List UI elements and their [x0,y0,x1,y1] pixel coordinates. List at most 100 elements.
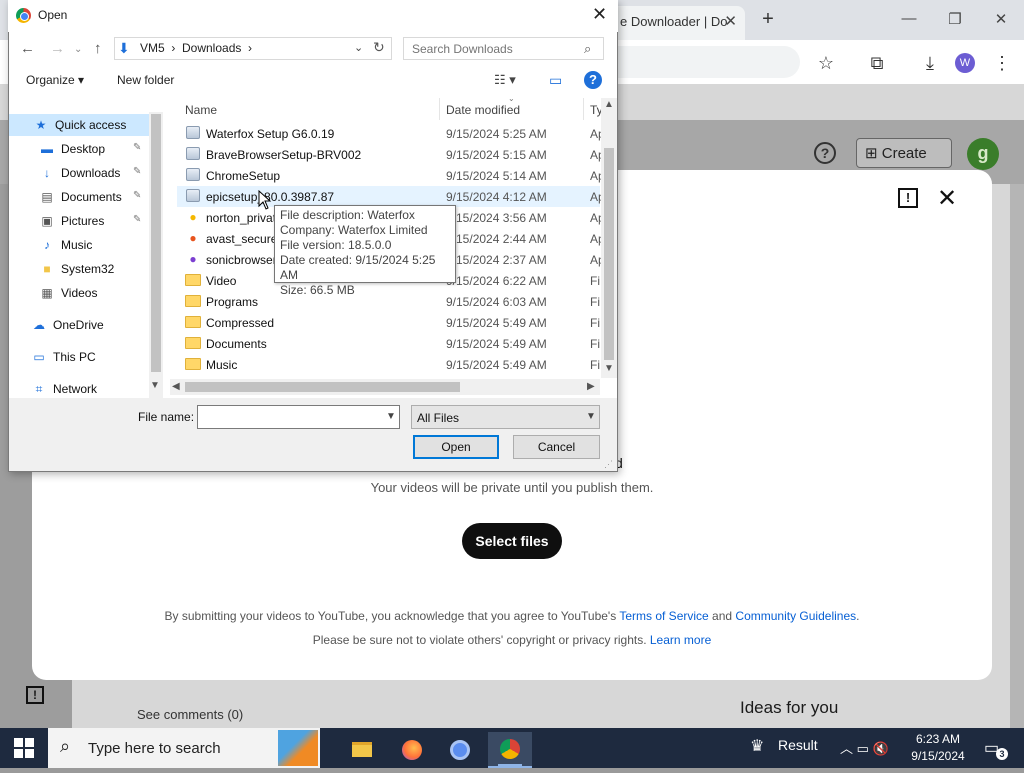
tab-close-icon[interactable]: ✕ [724,12,737,30]
file-explorer-icon[interactable] [340,732,384,768]
search-icon[interactable]: ⌕ [584,41,591,57]
scrollbar-thumb[interactable] [604,148,614,360]
file-row[interactable]: Music 9/15/2024 5:49 AM Fi [177,354,600,375]
nav-pictures[interactable]: ▣ Pictures ✎ [9,210,159,232]
installer-icon [185,168,201,183]
report-icon[interactable]: ! [898,188,918,208]
terms-link[interactable]: Terms of Service [619,609,708,623]
dialog-close-icon[interactable]: ✕ [592,4,607,25]
address-bar[interactable] [610,46,800,78]
user-avatar[interactable]: g [967,138,999,170]
file-tooltip: File description: Waterfox Company: Wate… [274,205,456,297]
breadcrumb[interactable]: VM5 › Downloads › [140,41,252,55]
downloads-folder-icon: ⬇ [118,40,130,56]
file-name-field[interactable] [197,405,400,429]
file-row[interactable]: Compressed 9/15/2024 5:49 AM Fi [177,312,600,333]
feedback-icon[interactable]: ! [26,686,44,704]
help-icon[interactable]: ? [814,142,836,164]
file-row[interactable]: epicsetup_80.0.3987.87 9/15/2024 4:12 AM A… [177,186,605,207]
new-folder-button[interactable]: New folder [117,73,174,87]
nav-quick-access[interactable]: ★ Quick access [9,114,159,136]
taskbar-clock[interactable]: 6:23 AM 9/15/2024 [906,731,970,765]
column-name[interactable]: Name [185,103,217,117]
chevron-right-icon[interactable]: ▶ [587,381,595,392]
tray-result-label[interactable]: Result [778,737,818,753]
restore-icon[interactable]: ❐ [940,10,970,28]
file-row[interactable]: Documents 9/15/2024 5:49 AM Fi [177,333,600,354]
preview-pane-icon[interactable]: ▭ [549,72,562,89]
see-comments-link[interactable]: See comments (0) [137,707,243,722]
profile-avatar[interactable]: W [955,53,975,73]
chromium-icon[interactable] [438,732,482,768]
legal-text: . [856,609,860,623]
menu-icon[interactable]: ⋮ [991,52,1013,74]
chevron-down-icon[interactable]: ▼ [586,411,596,422]
nav-videos[interactable]: ▦ Videos [9,282,159,304]
chevron-down-icon[interactable]: ▼ [150,380,160,391]
file-date: 9/15/2024 6:22 AM [446,274,547,288]
view-options-icon[interactable]: ☷ ▾ [494,72,516,88]
download-icon[interactable]: ⤓ [919,52,941,74]
window-close-icon[interactable]: ✕ [986,10,1016,28]
up-arrow-icon[interactable]: ↑ [94,40,102,57]
result-app-icon[interactable]: ♛ [750,736,764,756]
chevron-left-icon[interactable]: ◀ [172,381,180,392]
network-icon[interactable]: ▭ [857,741,869,756]
plus-icon[interactable]: + [758,8,778,30]
create-button[interactable]: ⊞ Create [856,138,952,168]
column-date[interactable]: Date modified [446,103,520,117]
chevron-up-icon[interactable]: ▲ [604,99,614,110]
file-row[interactable]: ChromeSetup 9/15/2024 5:14 AM Ap [177,165,605,186]
file-row[interactable]: BraveBrowserSetup-BRV002 9/15/2024 5:15 A… [177,144,605,165]
chevron-down-icon[interactable]: ▼ [604,363,614,374]
nav-desktop[interactable]: ▬ Desktop ✎ [9,138,159,160]
recent-dropdown-icon[interactable]: ⌄ [74,44,82,55]
nav-music[interactable]: ♪ Music [9,234,159,256]
nav-onedrive[interactable]: ☁ OneDrive [9,314,159,336]
organize-button[interactable]: Organize ▾ [26,73,84,87]
legal-notice: By submitting your videos to YouTube, yo… [0,609,1024,623]
column-divider[interactable] [439,98,440,120]
star-icon[interactable]: ☆ [815,52,837,74]
nav-network[interactable]: ⌗ Network [9,378,159,400]
file-type-select[interactable]: All Files [411,405,600,429]
guidelines-link[interactable]: Community Guidelines [735,609,856,623]
chrome-taskbar-icon[interactable] [488,732,532,768]
volume-muted-icon[interactable]: 🔇 [873,741,889,756]
search-input[interactable] [403,37,604,60]
extensions-icon[interactable]: ⧉ [866,52,888,74]
nav-scrollbar-thumb[interactable] [151,114,161,372]
file-row[interactable]: Waterfox Setup G6.0.19 9/15/2024 5:25 AM A… [177,123,605,144]
nav-system32[interactable]: ■ System32 [9,258,159,280]
scrollbar-thumb[interactable] [185,382,460,392]
minimize-icon[interactable]: — [894,10,924,27]
browser-tab[interactable]: e Downloader | Do ✕ [610,6,745,40]
chrome-logo-icon [16,8,31,23]
nav-label: Videos [61,286,98,300]
chevron-down-icon[interactable]: ▼ [386,411,396,422]
windows-start-icon[interactable] [14,738,34,758]
resize-grip-icon[interactable]: ⋰ [604,459,613,470]
chevron-down-icon[interactable]: ⌄ [354,41,363,54]
column-divider[interactable] [583,98,584,120]
nav-documents[interactable]: ▤ Documents ✎ [9,186,159,208]
firefox-icon[interactable] [390,732,434,768]
close-icon[interactable]: ✕ [937,184,957,213]
dialog-titlebar[interactable] [8,0,618,32]
learn-more-link[interactable]: Learn more [650,633,711,647]
chevron-up-icon[interactable]: ︿ [840,741,853,756]
system-tray[interactable]: ︿ ▭ 🔇 [840,738,889,757]
forward-arrow-icon[interactable]: → [50,40,65,57]
nav-downloads[interactable]: ↓ Downloads ✎ [9,162,159,184]
open-button[interactable]: Open [413,435,499,459]
pin-icon: ✎ [133,190,142,201]
nav-this-pc[interactable]: ▭ This PC [9,346,159,368]
pin-icon: ✎ [133,214,142,225]
select-files-button[interactable]: Select files [462,523,562,559]
music-icon: ♪ [44,238,50,252]
help-icon[interactable]: ? [584,71,602,89]
refresh-icon[interactable]: ↻ [373,39,385,56]
cancel-button[interactable]: Cancel [513,435,600,459]
back-arrow-icon[interactable]: ← [20,40,35,57]
search-highlight-image[interactable] [278,730,318,766]
